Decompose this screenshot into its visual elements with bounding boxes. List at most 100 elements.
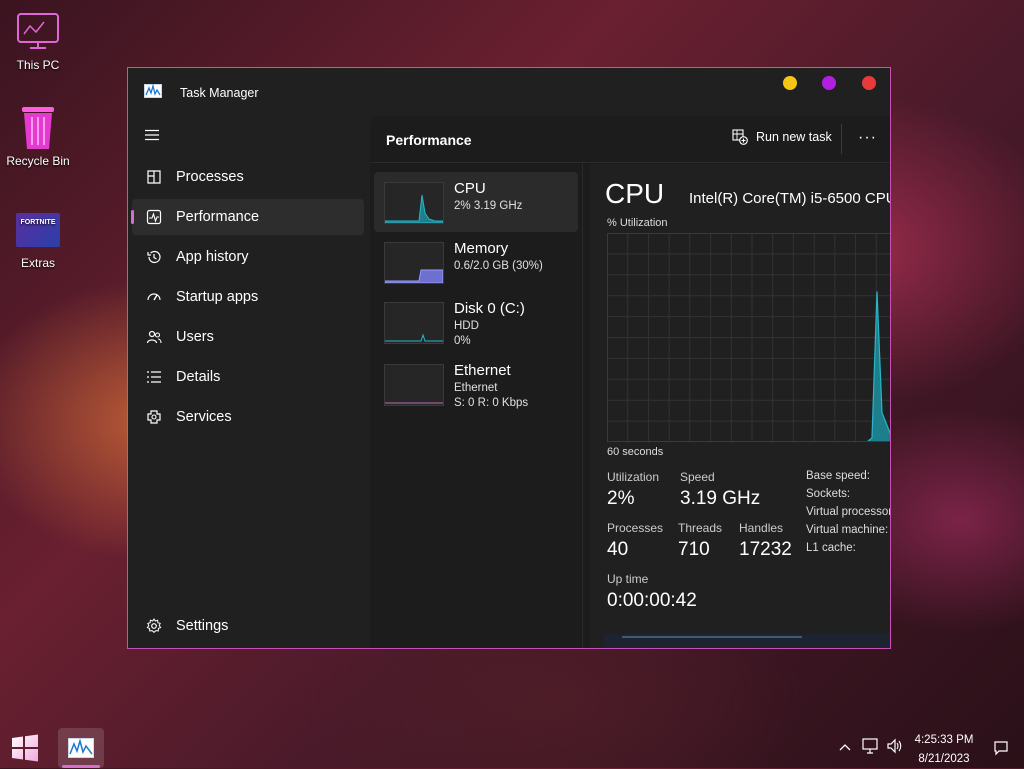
nav-label: App history [176,249,249,265]
monitor-icon [16,10,60,54]
resource-name: Ethernet [454,362,511,379]
speed-label: Speed [680,470,715,484]
nav-processes[interactable]: Processes [132,159,364,195]
cpu-utilization-graph [606,232,890,443]
desktop-icon-this-pc[interactable]: This PC [0,10,76,72]
nav-label: Startup apps [176,289,259,305]
desktop-icon-extras[interactable]: FORTNITE Extras [0,208,76,270]
hamburger-icon [145,129,159,141]
resource-list: CPU 2% 3.19 GHz Memory 0.6/2.0 GB (30%) … [370,164,583,648]
handles-value: 17232 [739,539,792,560]
nav-settings[interactable]: Settings [132,608,364,644]
windows-logo-icon [12,734,38,762]
resource-detail-2: 0% [454,335,471,347]
notifications-icon[interactable] [993,740,1009,761]
volume-icon[interactable] [886,738,904,759]
desktop-icon-label: This PC [16,58,60,72]
processes-value: 40 [607,539,629,560]
nav-label: Settings [176,618,229,634]
resource-detail: 0.6/2.0 GB (30%) [454,260,543,272]
more-options-button[interactable]: ··· [858,129,877,147]
processes-label: Processes [607,521,664,535]
nav-startup-apps[interactable]: Startup apps [132,279,364,315]
run-task-icon [732,129,748,145]
main-panel: Performance Run new task ··· CPU 2% 3.19… [370,116,890,648]
desktop-icon-recycle-bin[interactable]: Recycle Bin [0,106,76,168]
resource-item-cpu[interactable]: CPU 2% 3.19 GHz [374,172,578,232]
desktop-icon-label: Recycle Bin [6,154,70,168]
users-icon [144,327,164,347]
spec-virtual-machine: Virtual machine: [806,524,889,536]
task-manager-icon [144,83,162,103]
nav-users[interactable]: Users [132,319,364,355]
title-bar[interactable]: Task Manager [128,68,890,116]
spec-l1-cache: L1 cache: [806,542,856,554]
performance-icon [144,207,164,227]
spec-sockets: Sockets: [806,488,851,500]
disk-thumbnail-graph [384,302,444,344]
utilization-axis-label: % Utilization [607,217,668,229]
main-header: Performance Run new task ··· [370,116,890,163]
nav-services[interactable]: Services [132,399,364,435]
ethernet-thumbnail-graph [384,364,444,406]
nav-label: Details [176,369,221,385]
resource-detail-2: S: 0 R: 0 Kbps [454,397,529,409]
resource-detail: Ethernet [454,382,498,394]
nav-label: Performance [176,209,260,225]
cpu-detail-panel: CPU Intel(R) Core(TM) i5-6500 CPU % Util… [590,164,890,648]
resource-name: Disk 0 (C:) [454,300,525,317]
task-manager-window: Task Manager Processes Performance App h… [127,67,891,649]
clock-time: 4:25:33 PM [914,734,974,746]
resource-detail: 2% 3.19 GHz [454,200,523,212]
recycle-bin-icon [16,106,60,150]
resource-item-ethernet[interactable]: Ethernet Ethernet S: 0 R: 0 Kbps [374,358,578,418]
resource-item-disk[interactable]: Disk 0 (C:) HDD 0% [374,292,578,352]
start-button[interactable] [10,734,42,764]
utilization-value: 2% [607,488,635,509]
network-icon[interactable] [861,738,879,759]
run-new-task-button[interactable]: Run new task [732,129,832,145]
spec-base-speed: Base speed: [806,470,870,482]
nav-label: Services [176,409,232,425]
time-span-label: 60 seconds [607,446,664,458]
header-divider [841,124,842,154]
memory-thumbnail-graph [384,242,444,284]
threads-label: Threads [678,521,723,535]
spec-virtual-processors: Virtual processors: [806,506,890,518]
run-task-label: Run new task [756,130,832,144]
cpu-utilization-series [607,291,890,443]
settings-gear-icon [144,616,164,636]
page-title: Performance [386,132,472,148]
details-icon [144,367,164,387]
cpu-thumbnail-graph [384,182,444,224]
taskbar-task-manager[interactable] [58,728,104,768]
minimize-button[interactable] [783,76,797,90]
nav-performance[interactable]: Performance [131,199,364,235]
fortnite-tile-text: FORTNITE [20,219,56,226]
desktop-icon-label: Extras [20,256,55,270]
show-hidden-icons-chevron-icon[interactable] [838,739,852,757]
processes-icon [144,167,164,187]
hamburger-menu-button[interactable] [144,128,160,146]
resource-item-memory[interactable]: Memory 0.6/2.0 GB (30%) [374,232,578,292]
nav-details[interactable]: Details [132,359,364,395]
threads-value: 710 [678,539,710,560]
maximize-button[interactable] [822,76,836,90]
task-manager-icon [68,738,94,758]
startup-icon [144,287,164,307]
resource-name: Memory [454,240,509,257]
close-button[interactable] [862,76,876,90]
services-icon [144,407,164,427]
handles-label: Handles [739,521,784,535]
uptime-label: Up time [607,572,649,586]
utilization-label: Utilization [607,470,660,484]
resource-detail: HDD [454,320,479,332]
window-title: Task Manager [180,86,259,100]
nav-label: Users [176,329,214,345]
nav-label: Processes [176,169,244,185]
fortnite-icon: FORTNITE [16,208,60,252]
taskbar [0,728,1024,768]
nav-app-history[interactable]: App history [132,239,364,275]
system-clock[interactable]: 4:25:33 PM 8/21/2023 [908,731,980,769]
clock-date: 8/21/2023 [918,753,970,765]
